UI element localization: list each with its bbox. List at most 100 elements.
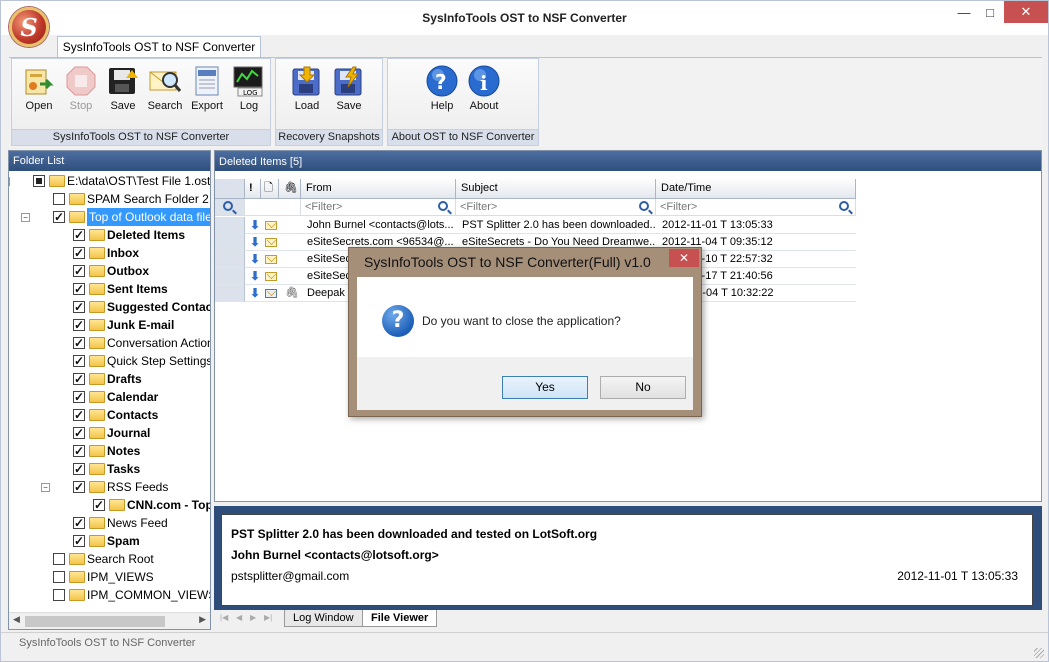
folder-checkbox[interactable]: [53, 193, 65, 205]
folder-checkbox[interactable]: [73, 406, 85, 424]
column-from[interactable]: From: [301, 179, 456, 199]
folder-item[interactable]: Drafts: [9, 370, 210, 388]
folder-item[interactable]: Spam: [9, 532, 210, 550]
folder-item[interactable]: Outbox: [9, 262, 210, 280]
column-subject[interactable]: Subject: [456, 179, 656, 199]
folder-item[interactable]: Quick Step Settings: [9, 352, 210, 370]
filter-search-icon[interactable]: [223, 201, 233, 211]
export-button[interactable]: Export: [186, 64, 228, 116]
filter-subject[interactable]: <Filter>: [456, 199, 656, 216]
folder-item[interactable]: Contacts: [9, 406, 210, 424]
folder-tree-horizontal-scrollbar[interactable]: ◀ ▶: [9, 612, 210, 629]
dialog-close-button[interactable]: ✕: [669, 249, 699, 267]
folder-item[interactable]: Tasks: [9, 460, 210, 478]
filter-from-search-icon[interactable]: [438, 201, 448, 211]
folder-checkbox[interactable]: [73, 298, 85, 316]
folder-checkbox[interactable]: [73, 442, 85, 460]
folder-label: Quick Step Settings: [107, 354, 210, 368]
folder-checkbox[interactable]: [53, 208, 65, 226]
save-snapshot-button[interactable]: Save: [328, 64, 370, 116]
folder-item[interactable]: Deleted Items: [9, 226, 210, 244]
search-button[interactable]: Search: [144, 64, 186, 116]
message-row[interactable]: John Burnel <contacts@lots... PST Splitte…: [215, 217, 856, 234]
folder-label: IPM_VIEWS: [87, 570, 154, 584]
application-window: SysInfoTools OST to NSF Converter — □ ✕ …: [0, 0, 1049, 662]
folder-checkbox[interactable]: [73, 424, 85, 442]
column-attachment[interactable]: 🖇: [279, 179, 301, 199]
folder-checkbox[interactable]: [73, 478, 85, 496]
scroll-right-icon[interactable]: ▶: [199, 614, 206, 625]
folder-item[interactable]: Suggested Contacts: [9, 298, 210, 316]
tab-file-viewer[interactable]: File Viewer: [362, 610, 438, 627]
folder-checkbox[interactable]: [53, 589, 65, 601]
folder-checkbox[interactable]: [73, 316, 85, 334]
help-button[interactable]: ? Help: [421, 64, 463, 116]
folder-checkbox[interactable]: [73, 370, 85, 388]
save-button[interactable]: Save: [102, 64, 144, 116]
yes-button[interactable]: Yes: [502, 376, 588, 399]
folder-checkbox[interactable]: [73, 460, 85, 478]
folder-item[interactable]: − E:\data\OST\Test File 1.ost: [9, 172, 210, 190]
folder-checkbox[interactable]: [73, 280, 85, 298]
folder-checkbox[interactable]: [73, 388, 85, 406]
resize-grip-icon[interactable]: [1034, 648, 1044, 658]
filter-subject-search-icon[interactable]: [639, 201, 649, 211]
folder-checkbox[interactable]: [73, 262, 85, 280]
about-button[interactable]: i About: [463, 64, 505, 116]
stop-button[interactable]: Stop: [60, 64, 102, 116]
folder-item[interactable]: Inbox: [9, 244, 210, 262]
folder-item[interactable]: Notes: [9, 442, 210, 460]
folder-label: Outbox: [107, 264, 149, 278]
folder-item[interactable]: CNN.com - Top Stories: [9, 496, 210, 514]
folder-item[interactable]: News Feed: [9, 514, 210, 532]
folder-checkbox[interactable]: [73, 352, 85, 370]
folder-checkbox[interactable]: [73, 532, 85, 550]
tab-prev-icon[interactable]: ◀: [236, 613, 242, 622]
folder-item[interactable]: − Top of Outlook data file: [9, 208, 210, 226]
minimize-button[interactable]: —: [953, 5, 975, 23]
folder-checkbox[interactable]: [73, 334, 85, 352]
folder-item[interactable]: − RSS Feeds: [9, 478, 210, 496]
folder-checkbox[interactable]: [73, 226, 85, 244]
close-button[interactable]: ✕: [1004, 1, 1048, 23]
folder-item[interactable]: Junk E-mail: [9, 316, 210, 334]
scrollbar-thumb[interactable]: [25, 616, 165, 627]
column-date[interactable]: Date/Time: [656, 179, 856, 199]
ribbon-tab-main[interactable]: SysInfoTools OST to NSF Converter: [57, 36, 261, 58]
mail-icon: [265, 255, 277, 264]
filter-date[interactable]: <Filter>: [656, 199, 856, 216]
folder-label: Tasks: [107, 462, 141, 476]
column-type[interactable]: 🗋: [261, 179, 279, 199]
tree-expander-icon[interactable]: −: [21, 213, 30, 222]
tab-first-icon[interactable]: |◀: [220, 613, 228, 622]
scroll-left-icon[interactable]: ◀: [13, 614, 20, 625]
filter-from[interactable]: <Filter>: [301, 199, 456, 216]
folder-item[interactable]: Conversation Action Settings: [9, 334, 210, 352]
tree-expander-icon[interactable]: −: [41, 483, 50, 492]
tree-expander-icon[interactable]: −: [9, 177, 10, 186]
no-button[interactable]: No: [600, 376, 686, 399]
maximize-button[interactable]: □: [979, 5, 1001, 23]
open-button[interactable]: Open: [18, 64, 60, 116]
app-logo-icon[interactable]: S: [9, 7, 49, 47]
tab-log-window[interactable]: Log Window: [284, 610, 363, 627]
column-importance[interactable]: !: [245, 179, 261, 199]
folder-checkbox[interactable]: [53, 571, 65, 583]
folder-item[interactable]: Calendar: [9, 388, 210, 406]
folder-item[interactable]: IPM_COMMON_VIEWS: [9, 586, 210, 604]
folder-item[interactable]: SPAM Search Folder 2: [9, 190, 210, 208]
tab-next-icon[interactable]: ▶: [250, 613, 256, 622]
folder-checkbox[interactable]: [93, 496, 105, 514]
folder-checkbox[interactable]: [33, 175, 45, 187]
filter-date-search-icon[interactable]: [839, 201, 849, 211]
folder-checkbox[interactable]: [53, 553, 65, 565]
folder-item[interactable]: Search Root: [9, 550, 210, 568]
tab-last-icon[interactable]: ▶|: [264, 613, 272, 622]
load-snapshot-button[interactable]: Load: [286, 64, 328, 116]
log-button[interactable]: LOG Log: [228, 64, 270, 116]
folder-item[interactable]: Sent Items: [9, 280, 210, 298]
folder-checkbox[interactable]: [73, 514, 85, 532]
folder-item[interactable]: IPM_VIEWS: [9, 568, 210, 586]
folder-checkbox[interactable]: [73, 244, 85, 262]
folder-item[interactable]: Journal: [9, 424, 210, 442]
